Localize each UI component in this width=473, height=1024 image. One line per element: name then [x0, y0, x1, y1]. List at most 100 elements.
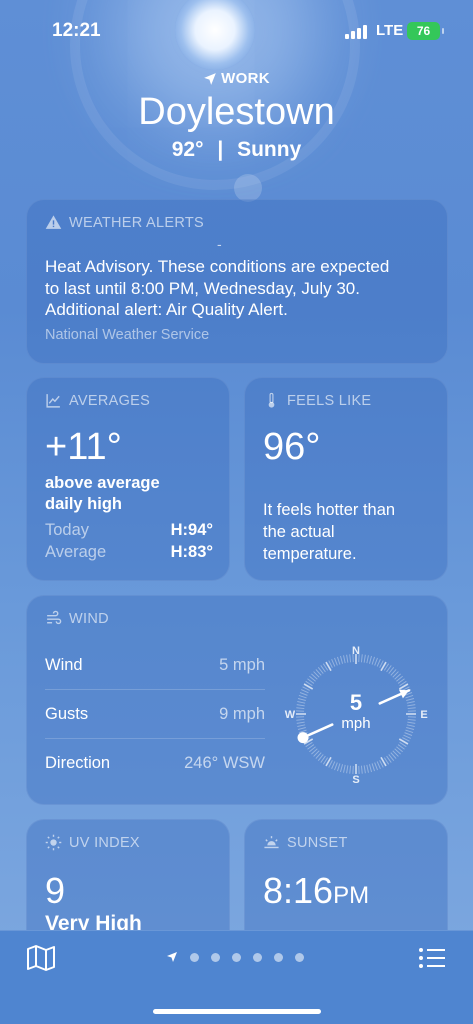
alert-line-1: Heat Advisory. These conditions are expe… — [45, 257, 390, 276]
lens-flare — [234, 174, 262, 202]
page-indicator[interactable] — [166, 951, 304, 963]
alerts-title: WEATHER ALERTS — [69, 214, 204, 231]
averages-today-row: Today H:94° — [45, 521, 213, 540]
compass-tick — [407, 718, 416, 721]
status-time: 12:21 — [52, 20, 101, 41]
page-dot — [190, 952, 199, 962]
page-dot — [274, 952, 283, 962]
weather-alerts-card[interactable]: WEATHER ALERTS - Heat Advisory. These co… — [26, 199, 448, 364]
location-label: WORK — [221, 70, 270, 87]
compass-tick — [296, 718, 305, 721]
alerts-header: WEATHER ALERTS — [45, 214, 204, 231]
compass-tick — [368, 764, 373, 773]
wind-direction-row: Direction 246° WSW — [45, 754, 265, 787]
compass-tick — [336, 763, 341, 772]
uv-value: 9 — [45, 870, 66, 911]
sunset-ampm: PM — [333, 882, 370, 909]
compass-tick — [331, 658, 336, 667]
feels-like-description: It feels hotter than the actual temperat… — [263, 499, 443, 565]
feels-like-title: FEELS LIKE — [287, 392, 372, 409]
compass-tick — [296, 721, 305, 724]
arrow-tail-dot — [297, 732, 309, 744]
alert-source-link[interactable]: National Weather Service — [45, 327, 209, 343]
wind-header: WIND — [45, 610, 109, 627]
compass-tick — [374, 657, 378, 666]
compass-north: N — [352, 645, 360, 657]
compass-tick — [407, 704, 416, 707]
wind-compass: N E S W 5 mph — [285, 645, 428, 786]
compass-speed: 5 — [350, 690, 362, 715]
compass-tick — [299, 692, 308, 696]
sunset-time-display: 8:16PM — [263, 870, 369, 912]
compass-tick — [404, 732, 413, 736]
feels-desc-line3: temperature. — [263, 545, 357, 563]
compass-tick — [297, 697, 306, 702]
sunset-title: SUNSET — [287, 834, 348, 851]
compass-tick — [334, 657, 338, 666]
wind-direction-value: 246° WSW — [184, 754, 265, 772]
compass-tick — [339, 764, 344, 773]
compass-tick — [334, 762, 338, 771]
compass-tick — [343, 764, 346, 773]
wind-speed-label: Wind — [45, 656, 83, 674]
feels-desc-line1: It feels hotter than — [263, 501, 396, 519]
alert-line-3: Additional alert: Air Quality Alert. — [45, 300, 288, 319]
compass-tick — [296, 704, 305, 707]
location-header: WORK Doylestown 92° | Sunny — [0, 70, 473, 162]
compass-tick — [376, 761, 381, 770]
compass-tick — [405, 729, 414, 734]
averages-subtitle: above average daily high — [45, 473, 160, 515]
sunset-time: 8:16 — [263, 870, 334, 911]
compass-tick — [368, 655, 373, 664]
page-dot — [232, 952, 241, 962]
compass-west: W — [285, 709, 296, 721]
compass-tick — [406, 724, 415, 727]
compass-tick — [405, 694, 414, 699]
feels-like-card[interactable]: FEELS LIKE 96° It feels hotter than the … — [244, 377, 448, 581]
compass-tick — [371, 656, 376, 665]
wind-gusts-label: Gusts — [45, 705, 89, 723]
warning-icon — [45, 215, 62, 229]
page-dot — [295, 952, 304, 962]
compass-tick — [406, 726, 415, 731]
compass-tick — [297, 726, 306, 731]
wind-direction-label: Direction — [45, 754, 111, 772]
compass-tick — [349, 654, 352, 663]
alerts-dash: - — [217, 236, 222, 252]
compass-tick — [376, 658, 381, 667]
averages-average-row: Average H:83° — [45, 543, 213, 562]
compass-tick — [366, 655, 369, 664]
compass-tick — [406, 697, 415, 702]
compass-tick — [366, 764, 369, 773]
page-dot — [211, 952, 220, 962]
wind-card[interactable]: WIND Wind 5 mph Gusts 9 mph Direction 24… — [26, 595, 448, 805]
sun-icon — [45, 834, 62, 851]
compass-tick — [371, 763, 376, 772]
chart-icon — [46, 394, 60, 408]
status-bar: 12:21 LTE 76 — [0, 0, 473, 60]
wind-speed-row: Wind 5 mph — [45, 656, 265, 690]
compass-tick — [403, 734, 412, 739]
uv-header: UV INDEX — [45, 834, 140, 851]
sunset-header: SUNSET — [263, 834, 348, 851]
averages-card[interactable]: AVERAGES +11° above average daily high T… — [26, 377, 230, 581]
location-label-row: WORK — [0, 70, 473, 87]
compass-unit: mph — [341, 715, 370, 732]
compass-tick — [339, 655, 344, 664]
wind-gusts-row: Gusts 9 mph — [45, 705, 265, 739]
list-icon[interactable] — [418, 946, 446, 970]
compass-tick — [407, 707, 416, 710]
compass-tick — [349, 765, 352, 774]
wind-icon — [47, 610, 62, 625]
map-icon[interactable] — [26, 945, 56, 971]
averages-value: +11° — [45, 426, 122, 468]
current-temperature: 92° — [171, 138, 204, 161]
compass-tick — [296, 707, 305, 710]
compass-tick — [297, 724, 306, 727]
thermometer-icon — [268, 392, 275, 408]
compass-tick — [363, 765, 366, 774]
compass-tick — [374, 762, 378, 771]
page-dot — [253, 952, 262, 962]
home-indicator[interactable] — [153, 1009, 321, 1014]
sunset-icon — [264, 836, 279, 849]
